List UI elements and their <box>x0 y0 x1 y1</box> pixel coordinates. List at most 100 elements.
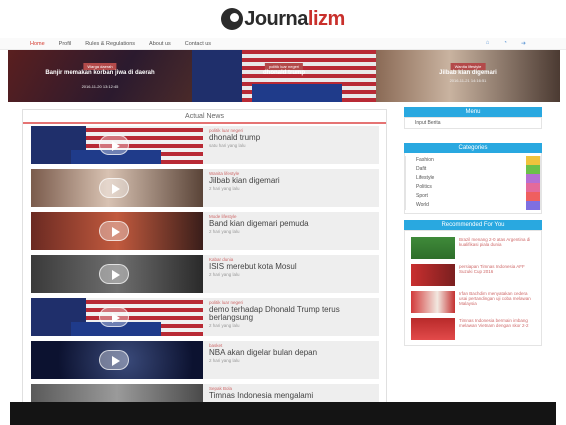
social-icons: ⌂ ◔ ➜ <box>486 40 526 47</box>
slide-headline: Jilbab kian digemari <box>439 70 497 76</box>
news-item[interactable]: politik luar negeri dhonald trump satu h… <box>31 126 379 164</box>
news-time: 2 hari yang lalu <box>209 272 240 277</box>
nav-rules[interactable]: Rules & Regulations <box>85 41 135 47</box>
nav-about[interactable]: About us <box>149 41 171 47</box>
news-time: satu hari yang lalu <box>209 143 246 148</box>
news-title[interactable]: Jilbab kian digemari <box>209 177 280 185</box>
sidebar: Menu Input Berita Categories Fashion Daf… <box>404 107 542 346</box>
recommended-title[interactable]: Timnas Indonesia bermain imbang melawan … <box>459 318 537 340</box>
news-time: 2 hari yang lalu <box>209 186 240 191</box>
category-item[interactable]: Lifestyle <box>405 174 541 183</box>
headline-slider: Warga daerah Banjir memakan korban jiwa … <box>8 50 560 102</box>
actual-news-panel: Actual News politik luar negeri dhonald … <box>22 109 387 409</box>
news-time: 2 hari yang lalu <box>209 358 240 363</box>
slide-tag: Warga daerah <box>83 63 117 70</box>
news-item[interactable]: basket NBA akan digelar bulan depan 2 ha… <box>31 341 379 379</box>
facebook-icon[interactable]: ⌂ <box>486 40 490 47</box>
recommended-thumbnail <box>411 264 455 286</box>
news-title[interactable]: Timnas Indonesia mengalami <box>209 392 313 400</box>
video-thumbnail <box>31 169 203 207</box>
site-logo[interactable]: Journalizm <box>221 8 345 31</box>
news-time: 2 hari yang lalu <box>209 323 240 328</box>
news-title[interactable]: ISIS merebut kota Mosul <box>209 263 297 271</box>
logo-mark-icon <box>221 8 244 30</box>
news-title[interactable]: NBA akan digelar bulan depan <box>209 349 317 357</box>
twitter-icon[interactable]: ◔ <box>503 40 507 47</box>
news-item[interactable]: Kabar dunia ISIS merebut kota Mosul 2 ha… <box>31 255 379 293</box>
play-icon[interactable] <box>99 264 129 284</box>
news-info: politik luar negeri demo terhadap Dhonal… <box>203 298 379 336</box>
play-icon[interactable] <box>99 221 129 241</box>
category-color <box>526 201 540 210</box>
page: Journalizm Home Profil Rules & Regulatio… <box>0 0 566 425</box>
site-header: Journalizm <box>0 0 566 38</box>
logo-text: Journalizm <box>244 7 345 30</box>
video-thumbnail <box>31 126 203 164</box>
recommended-title[interactable]: persiapan Timnas Indonesia AFF Suzuki Cu… <box>459 264 537 286</box>
news-item[interactable]: Mode lifestyle Band kian digemari pemuda… <box>31 212 379 250</box>
slide-2[interactable]: politik luar negeri dhonald trump 2016-1… <box>192 50 376 102</box>
video-thumbnail <box>31 341 203 379</box>
menu-widget-title: Menu <box>404 107 542 117</box>
category-color <box>526 165 540 174</box>
category-item[interactable]: Fashion <box>405 156 541 165</box>
category-color <box>526 156 540 165</box>
slide-headline: Banjir memakan korban jiwa di daerah <box>45 70 155 76</box>
categories-widget-title: Categories <box>404 143 542 153</box>
nav-profil[interactable]: Profil <box>59 41 72 47</box>
slide-image-banner <box>252 84 342 102</box>
play-icon[interactable] <box>99 307 129 327</box>
slide-date: 2016-11-21 7:32:42 <box>266 78 302 83</box>
recommended-thumbnail <box>411 318 455 340</box>
menu-item-input-berita[interactable]: Input Berita <box>404 117 542 129</box>
categories-list: Fashion Dafit Lifestyle Politics Sport W… <box>404 153 542 214</box>
news-info: Mode lifestyle Band kian digemari pemuda… <box>203 212 315 250</box>
news-title[interactable]: demo terhadap Dhonald Trump terus berlan… <box>209 306 373 322</box>
news-info: Wanita lifestyle Jilbab kian digemari 2 … <box>203 169 286 207</box>
news-item[interactable]: Wanita lifestyle Jilbab kian digemari 2 … <box>31 169 379 207</box>
video-thumbnail <box>31 255 203 293</box>
recommended-thumbnail <box>411 291 455 313</box>
news-time: 2 hari yang lalu <box>209 229 240 234</box>
slide-headline: dhonald trump <box>263 70 305 76</box>
news-title[interactable]: dhonald trump <box>209 134 260 142</box>
category-item[interactable]: Sport <box>405 192 541 201</box>
recommended-list: Brazil menang 2-0 atas Argentina di kual… <box>404 230 542 346</box>
recommended-item[interactable]: Timnas Indonesia bermain imbang melawan … <box>411 318 537 340</box>
slide-3[interactable]: Wanita lifestyle Jilbab kian digemari 20… <box>376 50 560 102</box>
recommended-item[interactable]: Brazil menang 2-0 atas Argentina di kual… <box>411 237 537 259</box>
news-title[interactable]: Band kian digemari pemuda <box>209 220 309 228</box>
rss-icon[interactable]: ➜ <box>521 40 526 47</box>
bottom-bar <box>10 402 556 425</box>
recommended-item[interactable]: Irfan Bachdim menyatakan cedera usai per… <box>411 291 537 313</box>
main-nav: Home Profil Rules & Regulations About us… <box>0 38 566 50</box>
news-info: politik luar negeri dhonald trump satu h… <box>203 126 266 164</box>
slide-tag: Wanita lifestyle <box>450 63 486 70</box>
category-item[interactable]: Dafit <box>405 165 541 174</box>
news-info: basket NBA akan digelar bulan depan 2 ha… <box>203 341 323 379</box>
category-color <box>526 192 540 201</box>
recommended-item[interactable]: persiapan Timnas Indonesia AFF Suzuki Cu… <box>411 264 537 286</box>
video-thumbnail <box>31 298 203 336</box>
news-info: Kabar dunia ISIS merebut kota Mosul 2 ha… <box>203 255 303 293</box>
play-icon[interactable] <box>99 135 129 155</box>
video-thumbnail <box>31 212 203 250</box>
slide-date: 2016-11-21 14:16:51 <box>449 78 487 83</box>
play-icon[interactable] <box>99 350 129 370</box>
slide-1[interactable]: Warga daerah Banjir memakan korban jiwa … <box>8 50 192 102</box>
slide-tag: politik luar negeri <box>264 63 304 70</box>
panel-title: Actual News <box>23 110 386 124</box>
slide-date: 2016-11-20 13:12:45 <box>81 84 119 89</box>
play-icon[interactable] <box>99 178 129 198</box>
recommended-title[interactable]: Irfan Bachdim menyatakan cedera usai per… <box>459 291 537 313</box>
recommended-title[interactable]: Brazil menang 2-0 atas Argentina di kual… <box>459 237 537 259</box>
nav-contact[interactable]: Contact us <box>185 41 211 47</box>
category-item[interactable]: Politics <box>405 183 541 192</box>
news-item[interactable]: politik luar negeri demo terhadap Dhonal… <box>31 298 379 336</box>
recommended-thumbnail <box>411 237 455 259</box>
nav-home[interactable]: Home <box>30 41 45 47</box>
category-color <box>526 174 540 183</box>
category-color <box>526 183 540 192</box>
category-item[interactable]: World <box>405 201 541 210</box>
